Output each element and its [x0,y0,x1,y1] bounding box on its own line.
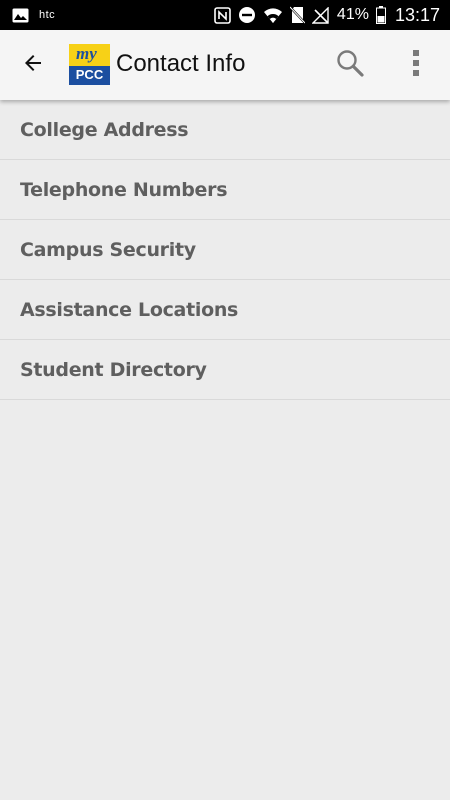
status-bar-left: htc [12,8,55,23]
contact-info-menu: College Address Telephone Numbers Campus… [0,100,450,400]
menu-item-student-directory[interactable]: Student Directory [0,340,450,400]
device-brand: htc [39,9,56,21]
back-arrow-icon [21,51,45,80]
search-button[interactable] [332,47,368,83]
logo-bottom-text: PCC [75,67,104,82]
menu-item-label: College Address [20,118,189,141]
gallery-icon [12,8,29,23]
overflow-menu-button[interactable] [398,47,434,83]
wifi-icon [263,7,283,24]
battery-percent: 41% [336,6,369,23]
no-sim-icon [289,6,305,24]
menu-item-label: Student Directory [20,358,207,381]
clock: 13:17 [394,4,440,25]
logo-top-text: my [76,44,97,63]
menu-item-college-address[interactable]: College Address [0,100,450,160]
page-title: Contact Info [116,50,246,77]
do-not-disturb-icon [238,6,256,24]
search-icon [335,48,365,83]
status-bar-right: 41% 13:17 [214,5,440,26]
menu-item-telephone-numbers[interactable]: Telephone Numbers [0,160,450,220]
more-vert-icon [412,49,420,82]
menu-item-label: Telephone Numbers [20,178,228,201]
menu-item-label: Assistance Locations [20,298,239,321]
status-bar: htc 41% 13:17 [0,0,450,30]
menu-item-campus-security[interactable]: Campus Security [0,220,450,280]
app-bar: my PCC Contact Info [0,30,450,100]
nfc-icon [214,6,231,24]
menu-item-label: Campus Security [20,238,196,261]
back-button[interactable] [15,47,51,83]
app-logo: my PCC [69,44,110,85]
battery-icon [375,6,386,24]
signal-off-icon [311,6,330,24]
menu-item-assistance-locations[interactable]: Assistance Locations [0,280,450,340]
